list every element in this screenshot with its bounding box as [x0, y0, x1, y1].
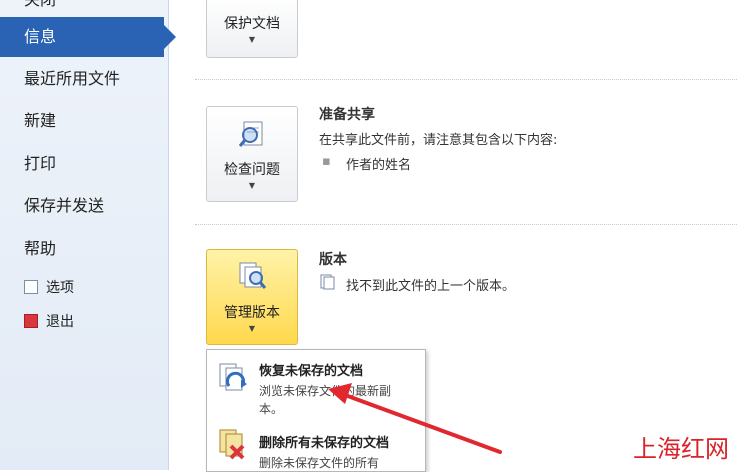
annotation-arrow	[328, 383, 502, 454]
watermark-logo: 上海红网	[633, 435, 729, 463]
